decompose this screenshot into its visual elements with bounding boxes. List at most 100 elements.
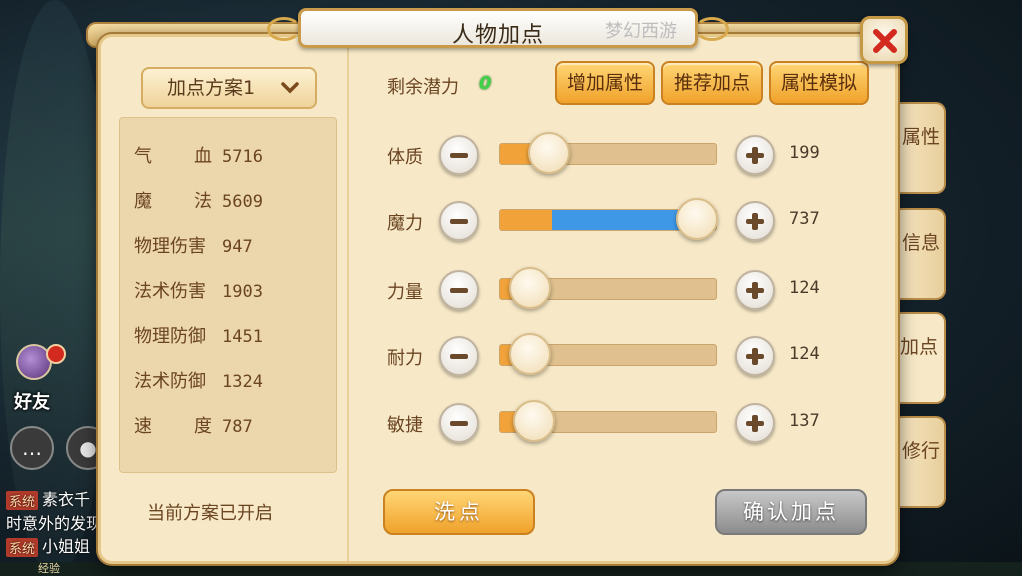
attr-row-agility: 敏捷 137 — [387, 400, 847, 445]
attr-row-magic: 魔力 737 — [387, 198, 847, 243]
plus-button[interactable] — [735, 201, 775, 241]
chat-line: 时意外的发现 — [6, 510, 102, 534]
reset-points-button[interactable]: 洗点 — [383, 489, 535, 535]
plus-icon-vertical — [752, 415, 758, 432]
friends-label: 好友 — [14, 392, 50, 413]
stat-speed: 速度 787 — [134, 412, 253, 438]
plus-icon-vertical — [752, 348, 758, 365]
attr-row-endurance: 耐力 124 — [387, 333, 847, 378]
attr-name: 体质 — [387, 147, 423, 168]
attr-name: 力量 — [387, 282, 423, 303]
close-button[interactable] — [860, 16, 908, 64]
tab-cultivation[interactable]: 修行 — [898, 416, 946, 508]
add-points-panel: 加点方案1 气血 5716 魔法 5609 物理伤害 947 法术伤害 1903 物理防… — [98, 34, 898, 564]
scheme-dropdown[interactable]: 加点方案1 — [141, 67, 317, 109]
stat-phys-dmg: 物理伤害 947 — [134, 232, 253, 258]
stat-name: 物理防御 — [134, 326, 206, 347]
system-tag: 系统 — [6, 538, 39, 557]
stat-name: 法术防御 — [134, 371, 206, 392]
minus-icon — [450, 153, 468, 158]
chat-text: 小姐姐 — [42, 537, 91, 556]
minus-button[interactable] — [439, 201, 479, 241]
stat-hp: 气血 5716 — [134, 142, 263, 168]
notification-dot — [46, 344, 66, 364]
plus-icon-vertical — [752, 213, 758, 230]
stat-mp: 魔法 5609 — [134, 187, 263, 213]
system-tag: 系统 — [6, 491, 39, 510]
minus-button[interactable] — [439, 336, 479, 376]
scheme-label: 加点方案1 — [167, 77, 256, 99]
minus-icon — [450, 354, 468, 359]
minus-button[interactable] — [439, 135, 479, 175]
slider-knob[interactable] — [512, 400, 555, 442]
confirm-points-button[interactable]: 确认加点 — [715, 489, 867, 535]
exp-bar — [0, 562, 1022, 576]
stat-value: 1903 — [222, 282, 263, 302]
attr-value: 124 — [789, 278, 820, 298]
stats-column: 加点方案1 气血 5716 魔法 5609 物理伤害 947 法术伤害 1903 物理防… — [101, 37, 349, 561]
stats-list: 气血 5716 魔法 5609 物理伤害 947 法术伤害 1903 物理防御 1451 … — [119, 117, 337, 473]
slider-knob[interactable] — [508, 267, 551, 309]
tab-attributes[interactable]: 属性 — [898, 102, 946, 194]
friends-button[interactable]: 好友 — [6, 340, 66, 416]
plus-button[interactable] — [735, 403, 775, 443]
stat-value: 5716 — [222, 147, 263, 167]
scroll-ornament-right — [695, 17, 729, 41]
stat-value: 5609 — [222, 192, 263, 212]
plus-button[interactable] — [735, 336, 775, 376]
attr-value: 199 — [789, 143, 820, 163]
minus-button[interactable] — [439, 270, 479, 310]
attr-row-strength: 力量 124 — [387, 267, 847, 312]
recommend-points-button[interactable]: 推荐加点 — [661, 61, 763, 105]
stat-magic-def: 法术防御 1324 — [134, 367, 263, 393]
stat-name: 气血 — [134, 146, 212, 167]
plus-button[interactable] — [735, 135, 775, 175]
close-icon — [873, 29, 897, 53]
minus-button[interactable] — [439, 403, 479, 443]
attr-name: 耐力 — [387, 348, 423, 369]
stat-value: 1451 — [222, 327, 263, 347]
attr-value: 124 — [789, 344, 820, 364]
title-calligraphy: 梦幻西游 — [605, 21, 677, 42]
stat-magic-dmg: 法术伤害 1903 — [134, 277, 263, 303]
stat-phys-def: 物理防御 1451 — [134, 322, 263, 348]
slider-knob[interactable] — [528, 132, 571, 174]
scheme-status: 当前方案已开启 — [147, 503, 273, 524]
simulate-attribute-button[interactable]: 属性模拟 — [769, 61, 869, 105]
attr-value: 137 — [789, 411, 820, 431]
attr-value: 737 — [789, 209, 820, 229]
minus-icon — [450, 219, 468, 224]
plus-icon-vertical — [752, 282, 758, 299]
chevron-down-icon — [281, 82, 299, 94]
chat-icon[interactable]: … — [10, 426, 54, 470]
chat-text: 素衣千 — [42, 490, 91, 509]
potential-label: 剩余潜力 — [387, 77, 459, 98]
stat-value: 787 — [222, 417, 253, 437]
chat-line: 系统 小姐姐 — [6, 533, 90, 557]
slider-fill-base — [500, 210, 553, 230]
attr-name: 魔力 — [387, 213, 423, 234]
slider-knob[interactable] — [508, 333, 551, 375]
stat-value: 1324 — [222, 372, 263, 392]
stat-value: 947 — [222, 237, 253, 257]
slider-knob[interactable] — [676, 198, 719, 240]
minus-icon — [450, 288, 468, 293]
scroll-ornament-left — [267, 17, 301, 41]
attr-row-constitution: 体质 199 — [387, 132, 847, 177]
tab-add-points[interactable]: 加点 — [894, 312, 946, 404]
chat-line: 系统 素衣千 — [6, 486, 90, 510]
stat-name: 物理伤害 — [134, 236, 206, 257]
potential-value: 0 — [479, 73, 492, 94]
exp-label: 经验 — [38, 562, 60, 575]
stat-name: 速度 — [134, 416, 212, 437]
attr-name: 敏捷 — [387, 415, 423, 436]
plus-button[interactable] — [735, 270, 775, 310]
plus-icon-vertical — [752, 147, 758, 164]
stat-name: 法术伤害 — [134, 281, 206, 302]
add-attribute-button[interactable]: 增加属性 — [555, 61, 655, 105]
title-plate: 人物加点 梦幻西游 — [267, 8, 729, 48]
stat-name: 魔法 — [134, 191, 212, 212]
tab-info[interactable]: 信息 — [898, 208, 946, 300]
chat-text: 时意外的发现 — [6, 514, 103, 533]
minus-icon — [450, 421, 468, 426]
